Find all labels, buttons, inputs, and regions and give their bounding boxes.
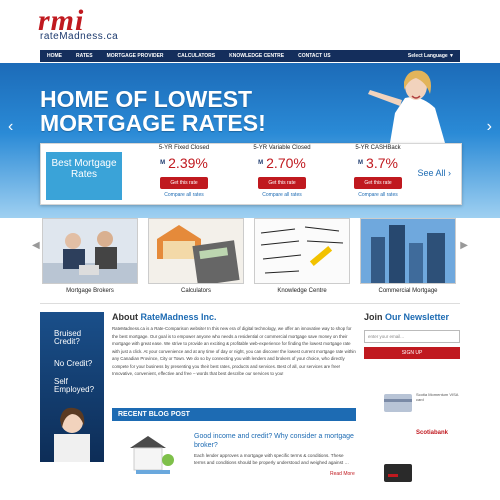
banner-line-bruised: Bruised Credit?	[54, 329, 82, 346]
tile-label: Commercial Mortgage	[378, 288, 438, 294]
brokers-photo	[43, 219, 137, 283]
scene-card-image	[384, 464, 412, 482]
compare-rates-link[interactable]: Compare all rates	[237, 192, 327, 198]
about-body: RateMadness.ca is a Rate-Comparison webs…	[112, 326, 356, 376]
nav-home[interactable]: HOME	[40, 53, 69, 59]
hero-headline: HOME OF LOWEST MORTGAGE RATES!	[40, 86, 266, 136]
scotiabank-ad[interactable]: Scotiabank	[384, 424, 460, 458]
newsletter-section: Join Our Newsletter enter your email... …	[364, 312, 460, 359]
category-tiles: ◀ ▶ Mortgage Brokers Calculators Knowled…	[32, 218, 468, 298]
tile-mortgage-brokers[interactable]	[42, 218, 138, 284]
scotia-card-ad[interactable]: Scotia Momentum VISA card	[384, 388, 460, 422]
scotia-scene-ad[interactable]	[384, 462, 460, 486]
blog-post-title[interactable]: Good income and credit? Why consider a m…	[194, 432, 356, 450]
language-select[interactable]: Select Language ▼	[408, 53, 460, 59]
rate-title: 5-YR CASHBack	[355, 145, 401, 151]
lender-logo: M	[258, 160, 264, 166]
sign-up-button[interactable]: SIGN UP	[364, 347, 460, 359]
scotiabank-logo: Scotiabank	[416, 430, 449, 436]
email-input[interactable]: enter your email...	[364, 330, 460, 343]
ad-text: Scotia Momentum VISA card	[416, 392, 459, 402]
get-rate-button[interactable]: Get this rate	[160, 177, 208, 189]
rate-title: 5-YR Fixed Closed	[158, 145, 210, 151]
knowledge-photo	[255, 219, 349, 283]
compare-rates-link[interactable]: Compare all rates	[333, 192, 423, 198]
lender-logo: M	[160, 160, 166, 166]
newsletter-heading: Join Our Newsletter	[364, 312, 460, 322]
credit-card-image	[384, 394, 412, 412]
rate-title: 5-YR Variable Closed	[253, 145, 311, 151]
commercial-photo	[361, 219, 455, 283]
tile-calculators[interactable]	[148, 218, 244, 284]
read-more-link[interactable]: Read More	[330, 471, 355, 477]
tile-knowledge-centre[interactable]	[254, 218, 350, 284]
about-section: About RateMadness Inc. RateMadness.ca is…	[112, 312, 356, 378]
nav-mortgage-provider[interactable]: MORTGAGE PROVIDER	[100, 53, 171, 59]
rate-value: 2.70%	[266, 155, 306, 171]
banner-line-self-employed: Self Employed?	[54, 377, 95, 394]
hero-prev-arrow[interactable]: ‹	[8, 118, 13, 136]
nav-contact-us[interactable]: CONTACT US	[291, 53, 337, 59]
tile-commercial-mortgage[interactable]	[360, 218, 456, 284]
newsletter-heading-prefix: Join	[364, 312, 383, 322]
nav-rates[interactable]: RATES	[69, 53, 100, 59]
get-rate-button[interactable]: Get this rate	[354, 177, 402, 189]
tile-label: Knowledge Centre	[277, 288, 327, 294]
tiles-prev-arrow[interactable]: ◀	[32, 240, 40, 251]
nav-knowledge-centre[interactable]: KNOWLEDGE CENTRE	[222, 53, 291, 59]
blog-house-image	[112, 430, 188, 478]
hero-banner: ‹ › HOME OF LOWEST MORTGAGE RATES! Best …	[0, 63, 500, 218]
tile-label: Calculators	[180, 288, 211, 294]
hero-next-arrow[interactable]: ›	[487, 118, 492, 136]
calculator-photo	[149, 219, 243, 283]
recent-blog-bar: RECENT BLOG POST	[112, 408, 356, 421]
lender-logo: M	[358, 160, 364, 166]
site-logo[interactable]: rmi rateMadness.ca	[38, 4, 138, 42]
main-nav: HOME RATES MORTGAGE PROVIDER CALCULATORS…	[40, 50, 460, 62]
see-all-link[interactable]: See All ›	[417, 168, 451, 178]
newsletter-heading-rest: Our Newsletter	[385, 312, 450, 322]
about-heading-brand: RateMadness Inc.	[140, 312, 217, 322]
about-heading: About RateMadness Inc.	[112, 312, 356, 322]
best-rates-label: Best Mortgage Rates	[46, 152, 122, 200]
credit-ad-banner[interactable]: Bruised Credit? No Credit? Self Employed…	[40, 312, 104, 462]
banner-line-no-credit: No Credit?	[54, 359, 93, 368]
logo-domain: rateMadness.ca	[40, 31, 119, 42]
rates-panel: Best Mortgage Rates 5-YR Fixed Closed M2…	[40, 143, 462, 205]
banner-woman-image	[54, 407, 90, 462]
rate-variable-closed: 5-YR Variable Closed M 2.70% Get this rat…	[237, 145, 327, 198]
tiles-next-arrow[interactable]: ▶	[460, 240, 468, 251]
page: { "brand": {"logo_text": "rmi", "domain_…	[0, 0, 500, 500]
tile-label: Mortgage Brokers	[66, 288, 114, 294]
get-rate-button[interactable]: Get this rate	[258, 177, 306, 189]
rate-value: 3.7%	[366, 155, 398, 171]
woman-pointing-image	[368, 70, 445, 143]
about-heading-prefix: About	[112, 312, 138, 322]
section-divider	[40, 303, 460, 304]
blog-excerpt: Each lender approves a mortgage with spe…	[194, 453, 350, 465]
nav-calculators[interactable]: CALCULATORS	[171, 53, 223, 59]
rate-cashback: 5-YR CASHBack M 3.7% Get this rate Compar…	[333, 145, 423, 198]
compare-rates-link[interactable]: Compare all rates	[139, 192, 229, 198]
rate-value: 2.39%	[168, 155, 208, 171]
rate-fixed-closed: 5-YR Fixed Closed M 2.39% Get this rate C…	[139, 145, 229, 198]
